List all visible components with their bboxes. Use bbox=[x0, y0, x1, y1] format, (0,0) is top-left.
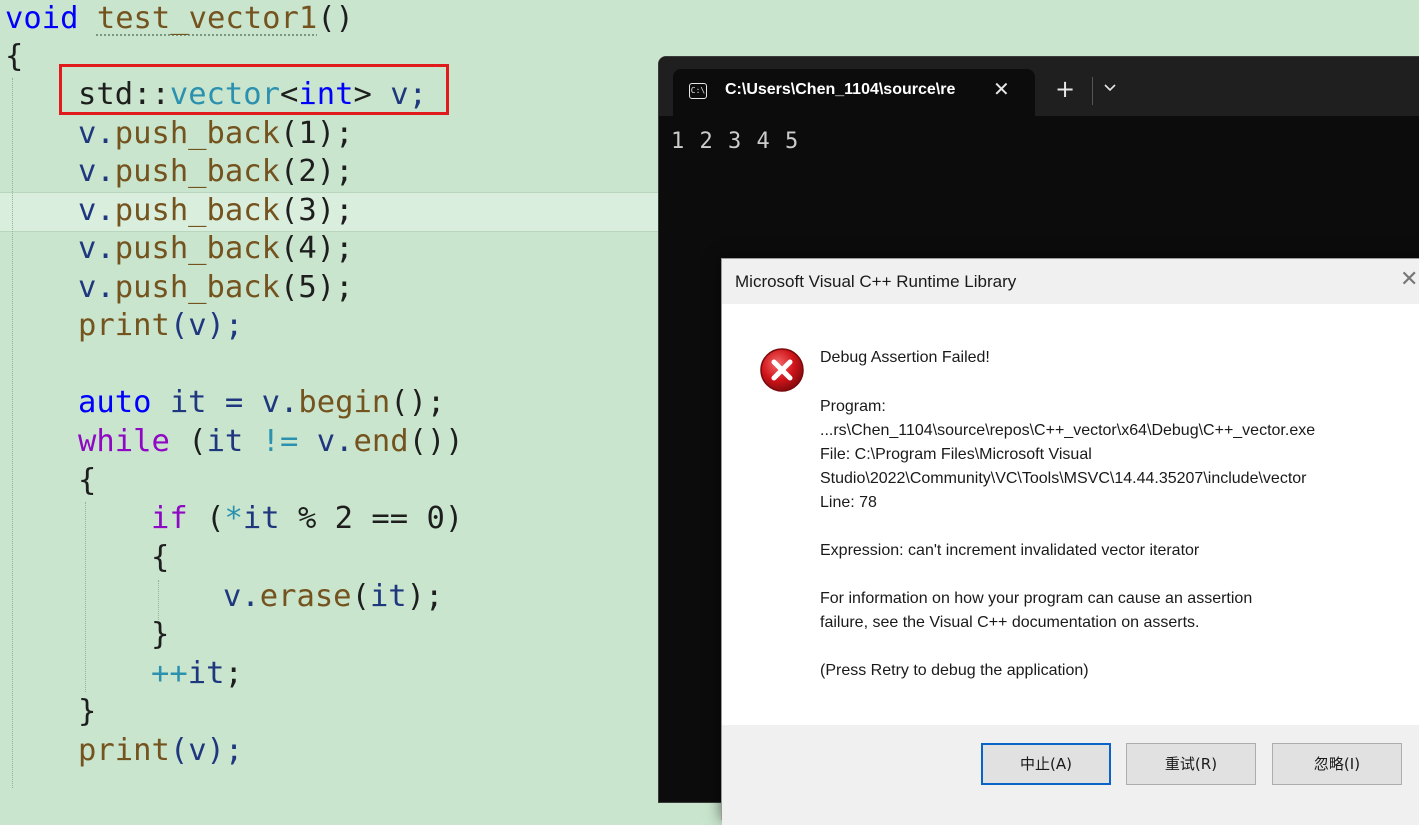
close-icon[interactable]: ✕ bbox=[1400, 267, 1418, 292]
dialog-titlebar: Microsoft Visual C++ Runtime Library ✕ bbox=[722, 259, 1419, 304]
code-line-19[interactable]: } bbox=[78, 693, 96, 731]
dialog-heading: Debug Assertion Failed! bbox=[820, 349, 990, 366]
new-tab-button[interactable]: + bbox=[1055, 77, 1075, 101]
terminal-tab-title: C:\Users\Chen_1104\source\re bbox=[725, 81, 956, 98]
code-line-1[interactable]: void test_vector1() bbox=[5, 0, 354, 38]
assertion-dialog[interactable]: Microsoft Visual C++ Runtime Library ✕ D… bbox=[721, 258, 1419, 825]
code-line-2[interactable]: { bbox=[5, 38, 23, 76]
code-line-13[interactable]: { bbox=[78, 462, 96, 500]
code-line-16[interactable]: v.erase(it); bbox=[223, 578, 443, 616]
code-line-4[interactable]: v.push_back(1); bbox=[78, 115, 353, 153]
chevron-down-icon[interactable] bbox=[1103, 83, 1117, 93]
program-path: ...rs\Chen_1104\source\repos\C++_vector\… bbox=[820, 422, 1316, 439]
retry-button[interactable]: 重试(R) bbox=[1126, 743, 1256, 785]
code-line-5[interactable]: v.push_back(2); bbox=[78, 153, 353, 191]
error-icon bbox=[760, 348, 804, 392]
dialog-title: Microsoft Visual C++ Runtime Library bbox=[735, 272, 1017, 291]
line-number: Line: 78 bbox=[820, 494, 877, 511]
terminal-tab[interactable]: C:\ C:\Users\Chen_1104\source\re ✕ bbox=[673, 69, 1035, 117]
code-line-7[interactable]: v.push_back(4); bbox=[78, 230, 353, 268]
code-line-20[interactable]: print(v); bbox=[78, 732, 243, 770]
code-line-15[interactable]: { bbox=[151, 539, 169, 577]
indent-guide bbox=[158, 580, 159, 620]
terminal-output: 1 2 3 4 5 bbox=[671, 129, 800, 154]
indent-guide bbox=[12, 78, 13, 788]
code-line-9[interactable]: print(v); bbox=[78, 307, 243, 345]
code-line-12[interactable]: while (it != v.end()) bbox=[78, 423, 464, 461]
code-line-11[interactable]: auto it = v.begin(); bbox=[78, 384, 445, 422]
info-text-line2: failure, see the Visual C++ documentatio… bbox=[820, 614, 1200, 631]
expression-text: Expression: can't increment invalidated … bbox=[820, 542, 1200, 559]
code-line-18[interactable]: ++it; bbox=[151, 655, 243, 693]
indent-guide bbox=[85, 502, 86, 692]
tab-separator bbox=[1092, 77, 1093, 105]
code-line-14[interactable]: if (*it % 2 == 0) bbox=[151, 500, 463, 538]
close-tab-icon[interactable]: ✕ bbox=[993, 77, 1010, 101]
code-line-17[interactable]: } bbox=[151, 616, 169, 654]
code-line-8[interactable]: v.push_back(5); bbox=[78, 269, 353, 307]
program-label: Program: bbox=[820, 398, 886, 415]
file-path-line1: File: C:\Program Files\Microsoft Visual bbox=[820, 446, 1092, 463]
ignore-button[interactable]: 忽略(I) bbox=[1272, 743, 1402, 785]
abort-button[interactable]: 中止(A) bbox=[981, 743, 1111, 785]
code-line-6[interactable]: v.push_back(3); bbox=[78, 192, 353, 230]
terminal-tab-bar: C:\ C:\Users\Chen_1104\source\re ✕ + bbox=[659, 57, 1419, 117]
press-retry-hint: (Press Retry to debug the application) bbox=[820, 662, 1089, 679]
info-text-line1: For information on how your program can … bbox=[820, 590, 1253, 607]
file-path-line2: Studio\2022\Community\VC\Tools\MSVC\14.4… bbox=[820, 470, 1307, 487]
terminal-icon: C:\ bbox=[689, 83, 707, 99]
highlight-annotation-box bbox=[59, 64, 449, 115]
